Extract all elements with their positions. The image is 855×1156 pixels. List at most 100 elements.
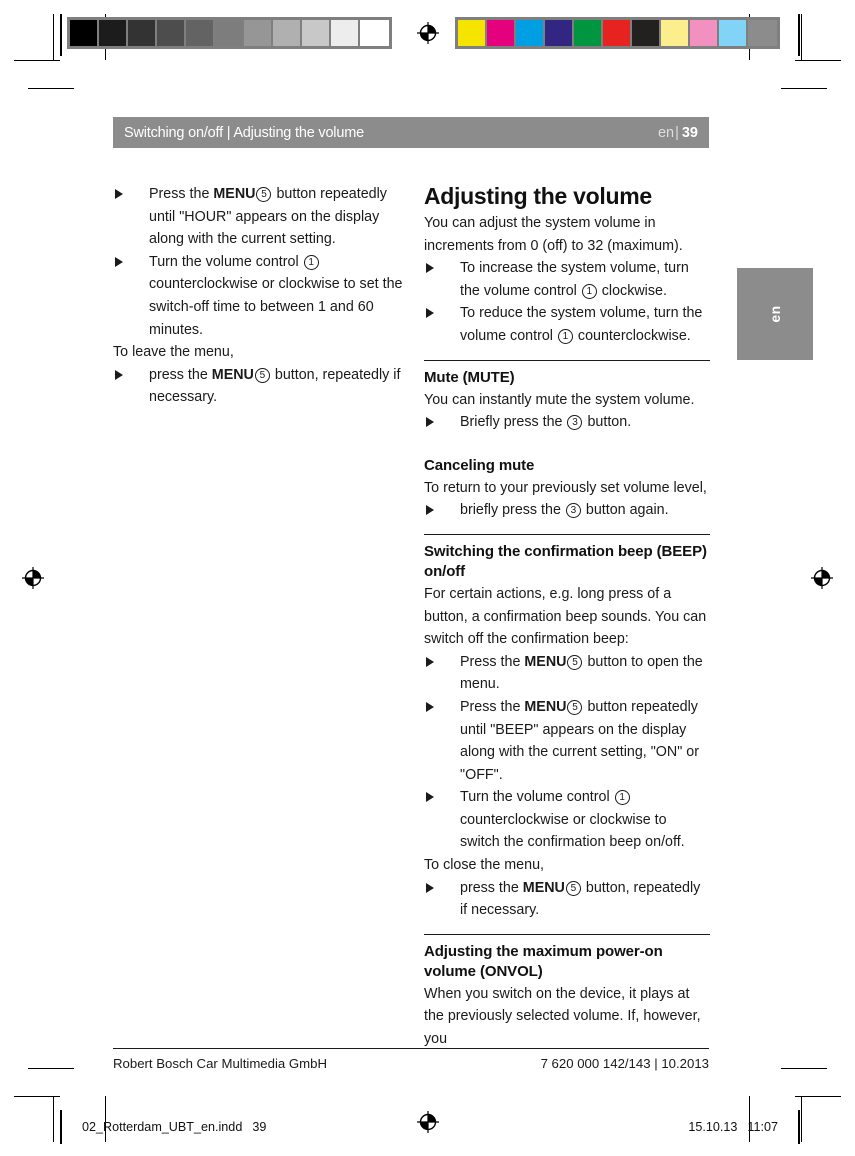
manual-page: Switching on/off | Adjusting the volume … [0,0,855,1156]
section-body: You can instantly mute the system volume… [424,391,695,408]
button-ref-badge: 1 [581,283,597,299]
bullet-arrow-icon [426,792,434,803]
print-slug-date: 15.10.13 [688,1120,738,1134]
color-swatch-4 [574,20,603,46]
list-item: Press the MENU 5 button repeatedly until … [113,183,403,251]
button-ref-badge: 3 [567,415,583,431]
color-calibration-bar [455,17,780,49]
color-swatch-8 [690,20,719,46]
button-ref-badge: 5 [254,367,270,383]
bullet-arrow-icon [426,263,434,274]
instruction-prefix: Briefly press the [460,414,567,431]
instruction-suffix: clockwise. [597,282,667,299]
grayscale-swatch-7 [273,20,302,46]
instruction-prefix: Press the [149,186,214,202]
instruction-suffix: counterclockwise or clockwise to set the… [149,276,403,338]
closing-lead-text: To leave the menu, [113,344,234,361]
calbar-right-rule [798,14,800,56]
crop-mark-top-left-h2 [28,88,74,89]
bullet-arrow-icon [426,308,434,319]
instruction-suffix: counterclockwise. [573,327,691,344]
instruction-suffix: button. [583,414,632,431]
button-ref-badge: 3 [565,503,581,519]
grayscale-swatch-10 [360,20,389,46]
list-item: To increase the system volume, turn the … [424,257,710,302]
list-item: Press the MENU 5 button to open the menu. [424,651,710,696]
crop-mark-bottom-left-v2 [53,1096,54,1142]
list-item: briefly press the 3 button again. [424,499,710,522]
bullet-arrow-icon [426,882,434,893]
list-item: Turn the volume control 1 counterclockwi… [113,251,403,341]
section-body: To return to your previously set volume … [424,479,707,496]
page-header-title: Switching on/off | Adjusting the volume [124,124,364,141]
grayscale-swatch-1 [99,20,128,46]
button-ref-badge: 5 [256,187,272,202]
section-divider [424,359,710,361]
grayscale-swatch-8 [302,20,331,46]
crop-mark-bottom-right-h2 [781,1068,827,1069]
crop-mark-top-left-h [14,60,60,61]
list-item: press the MENU 5 button, repeatedly if ne… [424,877,710,922]
bullet-arrow-icon [426,505,434,516]
bullet-arrow-icon [115,256,123,267]
right-column: Adjusting the volume You can adjust the … [424,183,710,1051]
instruction-prefix: Turn the volume control [460,789,614,806]
grayscale-swatch-4 [186,20,215,46]
button-keyword: MENU [211,366,254,383]
section-heading: Canceling mute [424,456,535,474]
page-title: Adjusting the volume [424,183,652,209]
bullet-arrow-icon [115,369,123,380]
print-slug: 02_Rotterdam_UBT_en.indd 39 15.10.13 11:07 [60,1110,800,1144]
instruction-suffix: counterclockwise or clockwise to switch … [460,811,685,851]
button-ref-badge: 5 [567,654,583,670]
intro-paragraph: You can adjust the system volume in incr… [424,215,683,254]
grayscale-swatch-5 [215,20,244,46]
list-item: Turn the volume control 1 counterclockwi… [424,786,710,854]
header-language: en [657,124,675,141]
instruction-prefix: press the [149,366,212,383]
list-item: press the MENU 5 button, repeatedly if ne… [113,364,403,409]
list-item: Press the MENU 5 button repeatedly until … [424,696,710,786]
color-swatch-0 [458,20,487,46]
button-keyword: MENU [522,879,565,896]
color-swatch-2 [516,20,545,46]
page-footer: Robert Bosch Car Multimedia GmbH 7 620 0… [113,1048,709,1071]
color-swatch-9 [719,20,748,46]
section-body: For certain actions, e.g. long press of … [424,585,707,648]
instruction-prefix: Press the [460,653,525,670]
registration-mark-left [22,567,44,589]
color-swatch-7 [661,20,690,46]
color-swatch-6 [632,20,661,46]
color-swatch-5 [603,20,632,46]
instruction-suffix: button again. [581,502,669,519]
bullet-arrow-icon [426,701,434,712]
closing-lead-text: To close the menu, [424,857,545,874]
crop-mark-top-left-v2 [53,14,54,60]
color-swatch-3 [545,20,574,46]
grayscale-swatch-2 [128,20,157,46]
section-body: When you switch on the device, it plays … [424,985,701,1048]
bullet-arrow-icon [426,417,434,428]
button-keyword: MENU [524,698,567,715]
print-slug-page: 39 [252,1120,267,1134]
header-separator: | [675,124,679,141]
page-header: Switching on/off | Adjusting the volume … [113,117,709,148]
list-item: To reduce the system volume, turn the vo… [424,302,710,347]
crop-mark-bottom-left-h2 [28,1068,74,1069]
button-ref-badge: 5 [565,880,581,896]
grayscale-swatch-3 [157,20,186,46]
print-slug-time: 11:07 [747,1120,778,1134]
color-swatch-10 [748,20,777,46]
section-divider [424,533,710,535]
section-heading: Mute (MUTE) [424,368,515,386]
footer-publisher: Robert Bosch Car Multimedia GmbH [113,1056,328,1071]
header-page-number: 39 [681,124,698,141]
bullet-arrow-icon [426,656,434,667]
language-side-tab-label: en [767,305,783,323]
section-divider [424,933,710,935]
instruction-prefix: Press the [460,698,525,715]
button-ref-badge: 1 [557,328,573,344]
grayscale-swatch-6 [244,20,273,46]
crop-mark-bottom-right-v2 [801,1096,802,1142]
